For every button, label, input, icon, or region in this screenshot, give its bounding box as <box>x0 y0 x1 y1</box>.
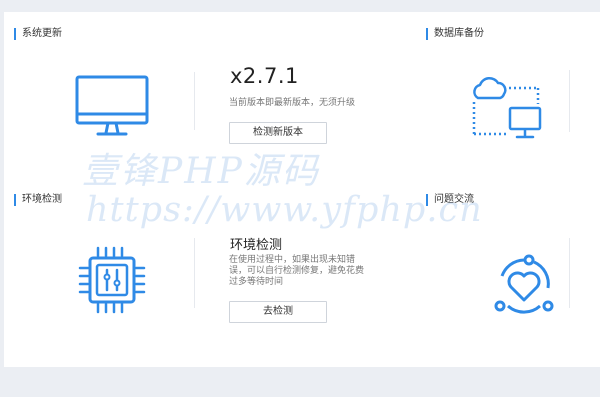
env-check-description-line2: 误，可以自行检测修复，避免花费 <box>229 266 365 276</box>
go-check-button[interactable]: 去检测 <box>229 301 327 323</box>
divider <box>194 72 195 130</box>
divider <box>194 238 195 308</box>
env-check-title: 环境检测 <box>14 194 62 206</box>
env-check-description-line3: 过多等待时间 <box>229 277 284 287</box>
divider <box>569 70 570 132</box>
watermark-line2: https://www.yfphp.cn <box>86 190 483 230</box>
main-panel: 系统更新 x2.7.1 当前版本即最新版本，无须升级 检测新版本 数据库备份 环… <box>4 12 600 367</box>
version-status: 当前版本即最新版本，无须升级 <box>229 98 356 108</box>
env-check-heading: 环境检测 <box>230 238 283 253</box>
divider <box>569 238 570 308</box>
database-backup-title: 数据库备份 <box>426 28 484 40</box>
heart-exchange-icon <box>488 248 560 320</box>
version-number: x2.7.1 <box>230 64 299 88</box>
cpu-chip-icon <box>76 244 148 316</box>
monitor-icon <box>74 74 150 140</box>
check-new-version-button[interactable]: 检测新版本 <box>229 122 327 144</box>
feedback-title: 问题交流 <box>426 194 474 206</box>
env-check-description-line1: 在使用过程中，如果出现未知错 <box>229 255 356 265</box>
cloud-backup-icon <box>466 68 546 148</box>
system-update-title: 系统更新 <box>14 28 62 40</box>
watermark-line1: 壹锋PHP源码 <box>82 151 320 192</box>
